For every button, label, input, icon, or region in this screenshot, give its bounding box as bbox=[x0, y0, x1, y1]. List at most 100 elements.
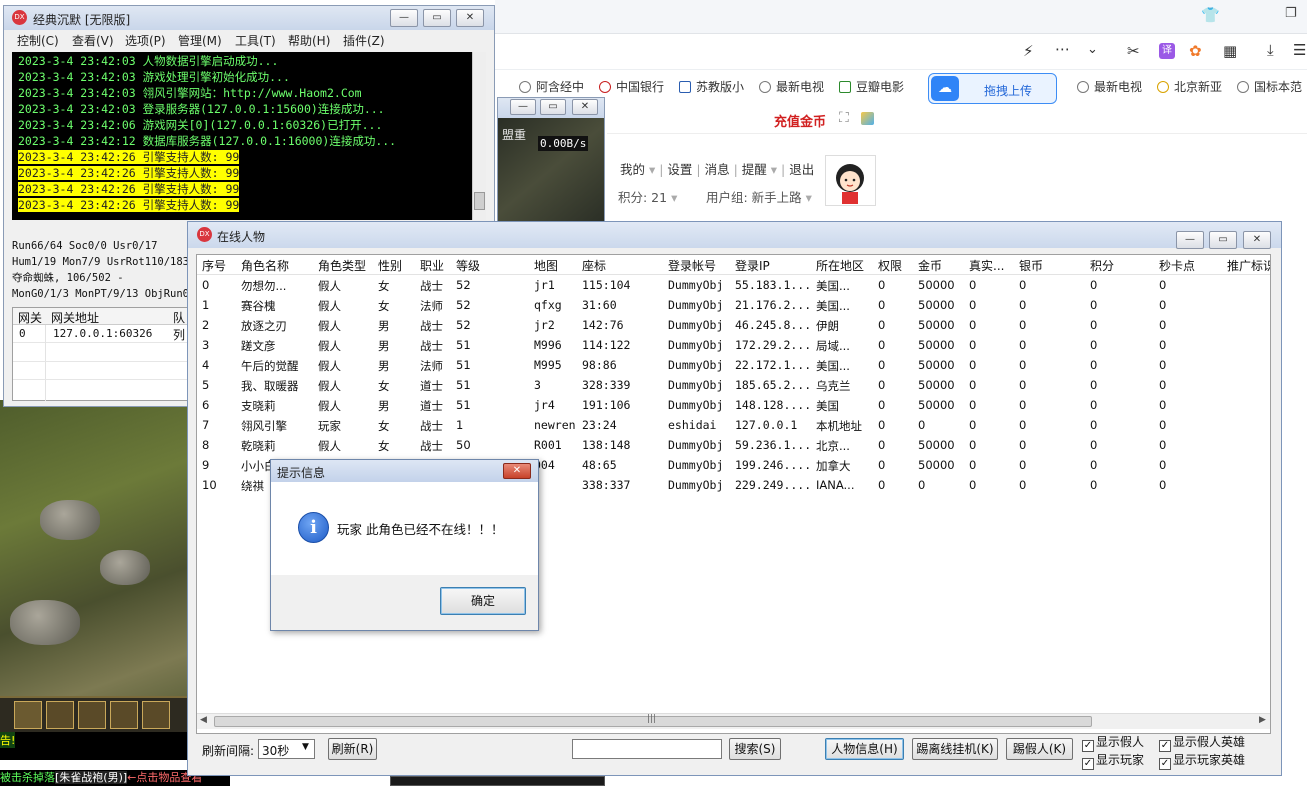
table-row[interactable]: 2 放逐之刃 假人 男 战士 52 jr2 142:76 DummyObj 46.245.8...… bbox=[197, 315, 1270, 335]
nav-messages[interactable]: 消息 bbox=[705, 162, 730, 177]
fullscreen-icon[interactable]: ⛶ bbox=[839, 110, 849, 126]
show-fake-checkbox[interactable]: ✓ 显示假人 bbox=[1082, 733, 1144, 752]
column-header[interactable]: 银币 bbox=[1019, 257, 1043, 274]
horizontal-scrollbar[interactable]: ◀ ||| ▶ bbox=[197, 713, 1270, 729]
minimize-button[interactable]: — bbox=[1176, 231, 1204, 249]
scroll-thumb[interactable]: ||| bbox=[214, 714, 1092, 727]
column-header[interactable]: 登录IP bbox=[735, 257, 770, 274]
restore-icon[interactable]: ❐ bbox=[1285, 6, 1297, 21]
player-info-button[interactable]: 人物信息(H) bbox=[825, 738, 904, 760]
kick-fake-button[interactable]: 踢假人(K) bbox=[1006, 738, 1073, 760]
skill-slot[interactable] bbox=[14, 701, 42, 729]
nav-my[interactable]: 我的 bbox=[620, 162, 645, 177]
ok-button[interactable]: 确定 bbox=[440, 587, 526, 615]
column-header[interactable]: 秒卡点 bbox=[1159, 257, 1195, 274]
column-header[interactable]: 登录帐号 bbox=[668, 257, 716, 274]
menu-plugins[interactable]: 插件(Z) bbox=[343, 32, 385, 49]
bookmark-item[interactable]: 中国银行 bbox=[599, 78, 664, 95]
column-header[interactable]: 地图 bbox=[534, 257, 558, 274]
gold-link[interactable]: 充值金币 bbox=[774, 111, 826, 130]
menu-tools[interactable]: 工具(T) bbox=[235, 32, 276, 49]
column-header[interactable]: 序号 bbox=[202, 257, 226, 274]
scissors-icon[interactable]: ✂ bbox=[1127, 42, 1140, 60]
close-button[interactable]: ✕ bbox=[572, 99, 598, 115]
column-header[interactable]: 性别 bbox=[378, 257, 402, 274]
column-header[interactable]: 权限 bbox=[878, 257, 902, 274]
nav-settings[interactable]: 设置 bbox=[667, 162, 692, 177]
scroll-thumb[interactable] bbox=[474, 192, 485, 210]
bookmark-item[interactable]: 豆瓣电影 bbox=[839, 78, 904, 95]
show-fake-hero-checkbox[interactable]: ✓ 显示假人英雄 bbox=[1159, 733, 1245, 752]
menu-icon[interactable]: ☰ bbox=[1293, 41, 1306, 59]
maximize-button[interactable]: ▭ bbox=[540, 99, 566, 115]
game-icon[interactable]: ✿ bbox=[1189, 42, 1202, 60]
search-button[interactable]: 搜索(S) bbox=[729, 738, 781, 760]
bookmark-item[interactable]: 苏教版小 bbox=[679, 78, 744, 95]
menu-options[interactable]: 选项(P) bbox=[125, 32, 166, 49]
apps-icon[interactable]: ▦ bbox=[1223, 42, 1237, 60]
nav-logout[interactable]: 退出 bbox=[789, 162, 814, 177]
translate-icon[interactable]: 译 bbox=[1159, 43, 1175, 59]
table-row[interactable]: 5 我、取暖器 假人 女 道士 51 3 328:339 DummyObj 185.65.2...… bbox=[197, 375, 1270, 395]
minimize-button[interactable]: — bbox=[510, 99, 536, 115]
close-button[interactable]: ✕ bbox=[456, 9, 484, 27]
refresh-button[interactable]: 刷新(R) bbox=[328, 738, 377, 760]
table-row[interactable]: 0 勿想勿... 假人 女 战士 52 jr1 115:104 DummyObj 55.183.1… bbox=[197, 275, 1270, 295]
shirt-icon[interactable]: 👕 bbox=[1201, 6, 1220, 24]
skill-slot[interactable] bbox=[142, 701, 170, 729]
table-cell: 0 bbox=[878, 358, 886, 372]
lightning-icon[interactable]: ⚡ bbox=[1023, 42, 1034, 60]
bookmark-item[interactable]: 阿含经中 bbox=[519, 78, 584, 95]
column-header[interactable]: 座标 bbox=[582, 257, 606, 274]
column-header[interactable]: 角色类型 bbox=[318, 257, 366, 274]
bookmark-item[interactable]: 最新电视 bbox=[1077, 78, 1142, 95]
menu-control[interactable]: 控制(C) bbox=[17, 32, 59, 49]
maximize-button[interactable]: ▭ bbox=[423, 9, 451, 27]
column-header[interactable]: 金币 bbox=[918, 257, 942, 274]
nav-remind[interactable]: 提醒 bbox=[742, 162, 767, 177]
column-header[interactable]: 推广标识 bbox=[1227, 257, 1270, 274]
show-player-checkbox[interactable]: ✓ 显示玩家 bbox=[1082, 751, 1144, 770]
table-cell: 0 bbox=[969, 378, 977, 392]
table-row[interactable]: 3 蹉文彦 假人 男 战士 51 M996 114:122 DummyObj 172.29.2..… bbox=[197, 335, 1270, 355]
log-scrollbar[interactable] bbox=[472, 52, 486, 220]
column-header[interactable]: 所在地区 bbox=[816, 257, 864, 274]
menu-help[interactable]: 帮助(H) bbox=[288, 32, 330, 49]
close-button[interactable]: ✕ bbox=[1243, 231, 1271, 249]
more-icon[interactable]: ⋯ bbox=[1055, 40, 1070, 58]
gate-row[interactable]: 0 127.0.0.1:60326 bbox=[13, 326, 193, 343]
chevron-down-icon[interactable]: ⌄ bbox=[1087, 42, 1098, 57]
skill-slot[interactable] bbox=[78, 701, 106, 729]
search-input[interactable] bbox=[572, 739, 722, 759]
column-header[interactable]: 职业 bbox=[420, 257, 444, 274]
skill-slot[interactable] bbox=[46, 701, 74, 729]
table-cell: 23:24 bbox=[582, 418, 617, 432]
menu-view[interactable]: 查看(V) bbox=[72, 32, 114, 49]
close-button[interactable]: ✕ bbox=[503, 463, 531, 479]
table-row[interactable]: 4 午后的觉醒 假人 男 法师 51 M995 98:86 DummyObj 22.172.1..… bbox=[197, 355, 1270, 375]
table-row[interactable]: 1 赛谷槐 假人 女 法师 52 qfxg 31:60 DummyObj 21.176.2... 美… bbox=[197, 295, 1270, 315]
bookmark-item[interactable]: 北京新亚 bbox=[1157, 78, 1222, 95]
column-header[interactable]: 等级 bbox=[456, 257, 480, 274]
menu-manage[interactable]: 管理(M) bbox=[178, 32, 222, 49]
bookmark-item[interactable]: 国标本范 bbox=[1237, 78, 1302, 95]
download-icon[interactable]: ⤓ bbox=[1267, 41, 1274, 59]
refresh-interval-select[interactable]: 30秒 ▼ bbox=[258, 739, 315, 759]
scroll-left-icon[interactable]: ◀ bbox=[200, 715, 207, 725]
column-header[interactable]: 真实... bbox=[969, 257, 1004, 274]
bookmark-item[interactable]: 最新电视 bbox=[759, 78, 824, 95]
palette-icon[interactable] bbox=[861, 112, 874, 125]
skill-slot[interactable] bbox=[110, 701, 138, 729]
column-header[interactable]: 角色名称 bbox=[241, 257, 289, 274]
kick-offline-button[interactable]: 踢离线挂机(K) bbox=[912, 738, 998, 760]
scroll-right-icon[interactable]: ▶ bbox=[1259, 715, 1266, 725]
upload-drop-zone[interactable]: ☁ 拖拽上传 bbox=[928, 73, 1057, 104]
minimize-button[interactable]: — bbox=[390, 9, 418, 27]
column-header[interactable]: 积分 bbox=[1090, 257, 1114, 274]
table-row[interactable]: 7 翎风引擎 玩家 女 战士 1 newren 23:24 eshidai 127.0.0.1 本机… bbox=[197, 415, 1270, 435]
avatar[interactable] bbox=[825, 155, 876, 206]
table-row[interactable]: 8 乾晓莉 假人 女 战士 50 R001 138:148 DummyObj 59.236.1..… bbox=[197, 435, 1270, 455]
maximize-button[interactable]: ▭ bbox=[1209, 231, 1237, 249]
table-row[interactable]: 6 支晓莉 假人 男 道士 51 jr4 191:106 DummyObj 148.128....… bbox=[197, 395, 1270, 415]
show-player-hero-checkbox[interactable]: ✓ 显示玩家英雄 bbox=[1159, 751, 1245, 770]
